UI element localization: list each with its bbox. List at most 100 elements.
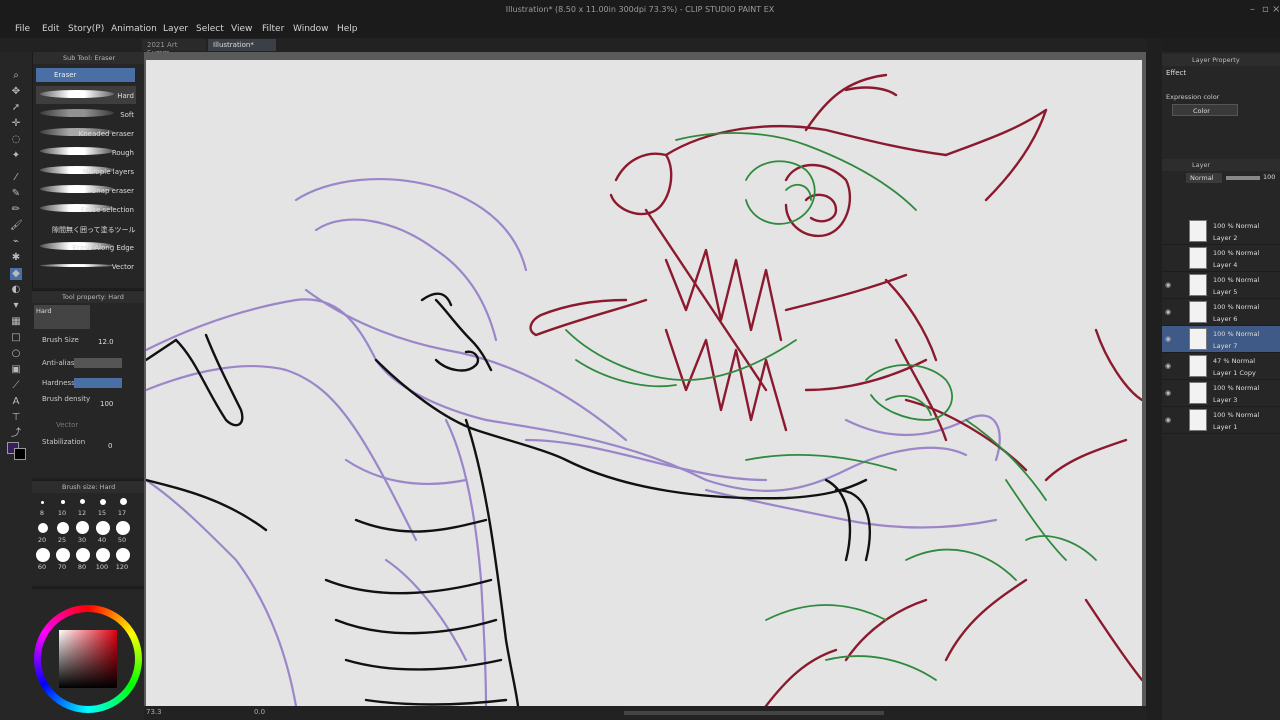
brush-icon[interactable]: 🖌 <box>10 220 23 232</box>
eyedropper-icon[interactable]: ⁄ <box>10 172 22 184</box>
menu-window[interactable]: Window <box>293 24 329 34</box>
subtool-rough[interactable]: Rough <box>36 143 136 161</box>
layer-thumbnail <box>1189 301 1207 323</box>
brush-size-value[interactable]: 12.0 <box>98 338 114 346</box>
eraser-group-header[interactable]: Eraser <box>36 68 135 82</box>
color-wheel[interactable] <box>34 605 142 713</box>
brush-size-120[interactable] <box>116 548 130 562</box>
close-icon[interactable]: × <box>1272 4 1280 15</box>
subtool-hard[interactable]: Hard <box>36 86 136 104</box>
visibility-eye-icon[interactable]: ◉ <box>1165 335 1171 343</box>
tool-preset-preview[interactable]: Hard <box>34 305 90 329</box>
brush-size-80[interactable] <box>76 548 90 562</box>
hardness-slider[interactable] <box>74 378 122 388</box>
layer-row[interactable]: ◉ 100 % Normal Layer 6 <box>1162 299 1280 326</box>
horizontal-scrollbar[interactable] <box>624 711 884 715</box>
saturation-value-square[interactable] <box>59 630 117 688</box>
maximize-icon[interactable]: ▫ <box>1262 4 1269 15</box>
pen-icon[interactable]: ✎ <box>10 188 22 200</box>
menu-filter[interactable]: Filter <box>262 24 284 34</box>
subtool-multiple-layers[interactable]: Multiple layers <box>36 162 136 180</box>
zoom-icon[interactable]: ⌕ <box>10 70 22 82</box>
layer-row[interactable]: ◉ 100 % Normal Layer 1 <box>1162 407 1280 434</box>
ruler-icon[interactable]: ⟋ <box>10 380 22 392</box>
ellipse-icon[interactable]: ○ <box>10 348 22 360</box>
brush-size-40[interactable] <box>96 521 110 535</box>
menu-view[interactable]: View <box>231 24 252 34</box>
airbrush-icon[interactable]: ⌁ <box>10 236 22 248</box>
decoration-icon[interactable]: ✱ <box>10 252 22 264</box>
menu-help[interactable]: Help <box>337 24 358 34</box>
minimize-icon[interactable]: – <box>1250 4 1255 15</box>
brush-size-60[interactable] <box>36 548 50 562</box>
visibility-eye-icon[interactable]: ◉ <box>1165 389 1171 397</box>
gradient-icon[interactable]: ▦ <box>10 316 22 328</box>
blend-icon[interactable]: ◐ <box>10 284 22 296</box>
lasso-icon[interactable]: ◌ <box>10 134 22 146</box>
pencil-icon[interactable]: ✏ <box>10 204 22 216</box>
opacity-value[interactable]: 100 <box>1263 173 1275 181</box>
layer-row-selected[interactable]: ◉ 100 % Normal Layer 7 <box>1162 326 1280 353</box>
menu-story[interactable]: Story(P) <box>68 24 104 34</box>
anti-alias-selector[interactable] <box>74 358 122 368</box>
rotation-angle[interactable]: 0.0 <box>254 708 265 716</box>
expression-color-dropdown[interactable]: Color <box>1172 104 1238 116</box>
zoom-level[interactable]: 73.3 <box>146 708 162 716</box>
layer-row[interactable]: ◉ 47 % Normal Layer 1 Copy <box>1162 353 1280 380</box>
brush-size-50[interactable] <box>116 521 130 535</box>
brush-size-10[interactable] <box>61 500 65 504</box>
menu-animation[interactable]: Animation <box>111 24 157 34</box>
layer-row[interactable]: 100 % Normal Layer 4 <box>1162 245 1280 272</box>
subtool-snap-eraser[interactable]: Snap eraser <box>36 181 136 199</box>
drawing-canvas[interactable] <box>146 60 1142 706</box>
brush-size-70[interactable] <box>56 548 70 562</box>
brush-size-25[interactable] <box>57 522 69 534</box>
character-ink-layer <box>146 292 871 706</box>
menu-edit[interactable]: Edit <box>42 24 59 34</box>
balloon-icon[interactable]: ⊤ <box>10 412 22 424</box>
opacity-slider[interactable] <box>1226 176 1260 180</box>
tab-2021-art-summ[interactable]: 2021 Art Summ <box>142 39 206 57</box>
brush-size-label: Brush Size <box>42 336 79 344</box>
fill-icon[interactable]: ▾ <box>10 300 22 312</box>
eraser-icon[interactable]: ◆ <box>10 268 22 280</box>
brush-density-value[interactable]: 100 <box>100 400 113 408</box>
subtool-soft[interactable]: Soft <box>36 105 136 123</box>
menu-file[interactable]: File <box>15 24 30 34</box>
brush-size-100[interactable] <box>96 548 110 562</box>
brush-size-12[interactable] <box>80 499 85 504</box>
visibility-eye-icon[interactable]: ◉ <box>1165 362 1171 370</box>
text-icon[interactable]: A <box>10 396 22 408</box>
blend-mode-dropdown[interactable]: Normal <box>1186 173 1222 183</box>
operation-icon[interactable]: ➚ <box>10 102 22 114</box>
figure-icon[interactable]: □ <box>10 332 22 344</box>
sub-color-swatch[interactable] <box>14 448 26 460</box>
layer-panel-title: Layer <box>1162 159 1280 171</box>
brush-size-label: 8 <box>39 509 45 517</box>
visibility-eye-icon[interactable]: ◉ <box>1165 416 1171 424</box>
move-layer-icon[interactable]: ✛ <box>10 118 22 130</box>
brush-size-8[interactable] <box>41 501 44 504</box>
subtool-erase-selection[interactable]: Erase selection <box>36 200 136 218</box>
visibility-eye-icon[interactable]: ◉ <box>1165 281 1171 289</box>
auto-select-icon[interactable]: ✦ <box>10 150 22 162</box>
subtool-vector[interactable]: Vector <box>36 257 136 275</box>
frame-icon[interactable]: ▣ <box>10 364 22 376</box>
brush-size-20[interactable] <box>38 523 48 533</box>
brush-size-17[interactable] <box>120 498 127 505</box>
menu-layer[interactable]: Layer <box>163 24 188 34</box>
brush-size-15[interactable] <box>100 499 106 505</box>
subtool-close-gap-fill[interactable]: 隙間無く囲って塗るツール <box>36 219 136 237</box>
menu-select[interactable]: Select <box>196 24 224 34</box>
subtool-kneaded-eraser[interactable]: Kneaded eraser <box>36 124 136 142</box>
layer-row[interactable]: 100 % Normal Layer 2 <box>1162 218 1280 245</box>
subtool-erase-along-edge[interactable]: Erase Along Edge <box>36 238 136 256</box>
visibility-eye-icon[interactable]: ◉ <box>1165 308 1171 316</box>
layer-row[interactable]: ◉ 100 % Normal Layer 5 <box>1162 272 1280 299</box>
correct-line-icon[interactable]: ⤴ <box>10 428 22 440</box>
move-icon[interactable]: ✥ <box>10 86 22 98</box>
tab-illustration[interactable]: Illustration* <box>208 39 276 51</box>
brush-size-30[interactable] <box>76 521 89 534</box>
stabilization-value[interactable]: 0 <box>108 442 112 450</box>
layer-row[interactable]: ◉ 100 % Normal Layer 3 <box>1162 380 1280 407</box>
